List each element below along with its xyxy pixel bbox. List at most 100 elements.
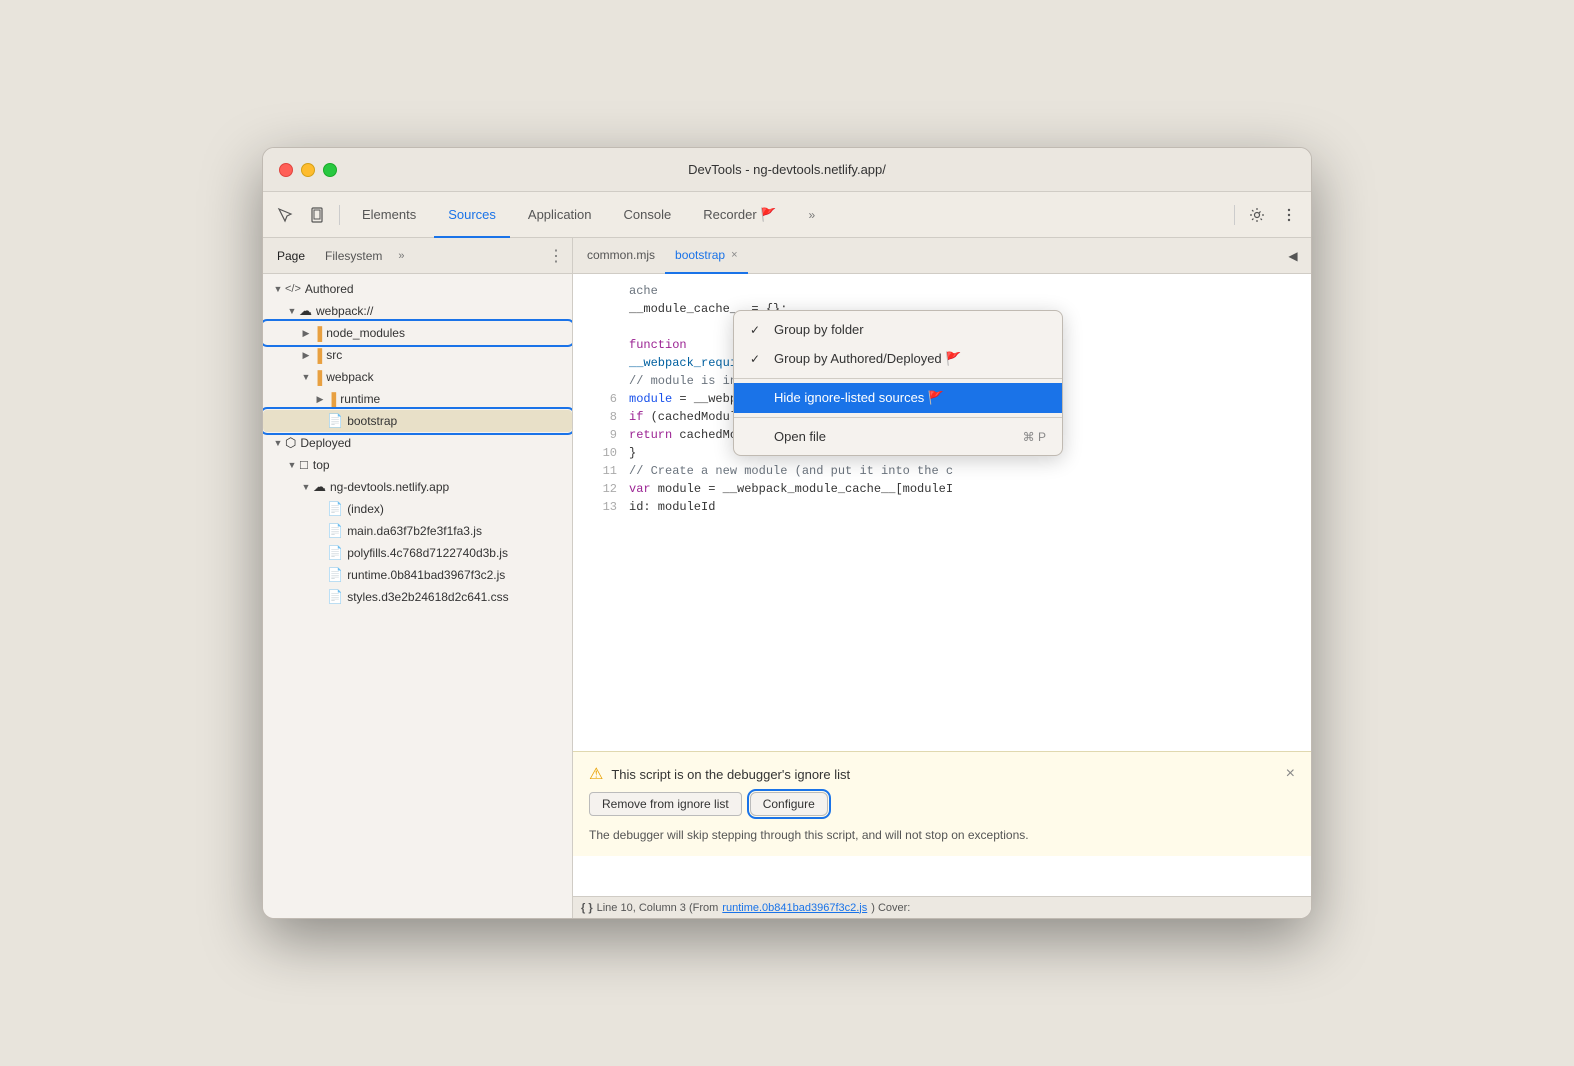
folder-icon-src: ▐ — [313, 348, 322, 363]
runtime-label: runtime — [340, 392, 380, 406]
cube-icon: ⬡ — [285, 435, 296, 451]
tree-arrow-netlify: ▼ — [299, 482, 313, 492]
tree-arrow-webpack-folder: ▼ — [299, 372, 313, 382]
tree-styles-css[interactable]: ▶ 📄 styles.d3e2b24618d2c641.css — [263, 586, 572, 608]
minimize-button[interactable] — [301, 163, 315, 177]
file-icon-styles-css: 📄 — [327, 589, 343, 605]
settings-button[interactable] — [1243, 201, 1271, 229]
tab-more[interactable]: » — [794, 192, 829, 238]
ignore-buttons: Remove from ignore list Configure — [589, 792, 1295, 816]
inspect-button[interactable] — [271, 201, 299, 229]
toolbar: Elements Sources Application Console Rec… — [263, 192, 1311, 238]
file-tab-bootstrap[interactable]: bootstrap × — [665, 238, 747, 274]
collapse-panel-button[interactable]: ◀ — [1279, 242, 1307, 270]
file-icon-polyfills: 📄 — [327, 545, 343, 561]
tree-arrow-deployed: ▼ — [271, 438, 285, 448]
curly-braces-icon: { } — [581, 902, 593, 914]
traffic-lights — [279, 163, 337, 177]
tab-application[interactable]: Application — [514, 192, 606, 238]
src-label: src — [326, 348, 342, 362]
menu-hide-ignore[interactable]: Hide ignore-listed sources 🚩 — [734, 383, 1062, 413]
device-button[interactable] — [303, 201, 331, 229]
tree-arrow-webpack: ▼ — [285, 306, 299, 316]
menu-group-authored[interactable]: ✓ Group by Authored/Deployed 🚩 — [734, 344, 1062, 374]
index-label: (index) — [347, 502, 384, 516]
tree-arrow-top: ▼ — [285, 460, 299, 470]
polyfills-label: polyfills.4c768d7122740d3b.js — [347, 546, 508, 560]
authored-label: Authored — [305, 282, 354, 296]
file-tabs-right: ◀ — [1279, 242, 1307, 270]
deployed-label: Deployed — [300, 436, 351, 450]
more-options-button[interactable] — [1275, 201, 1303, 229]
webpack-folder-label: webpack — [326, 370, 373, 384]
close-button[interactable] — [279, 163, 293, 177]
tab-elements[interactable]: Elements — [348, 192, 430, 238]
check-icon-group-authored: ✓ — [750, 352, 766, 366]
tree-main-js[interactable]: ▶ 📄 main.da63f7b2fe3f1fa3.js — [263, 520, 572, 542]
panel-tab-filesystem[interactable]: Filesystem — [315, 238, 392, 274]
code-line: 13 id: moduleId — [573, 498, 1311, 516]
configure-button[interactable]: Configure — [750, 792, 828, 816]
panel-tab-page[interactable]: Page — [267, 238, 315, 274]
file-tree: ▼ </> Authored ▼ ☁ webpack:// ▶ ▐ node_m… — [263, 274, 572, 918]
toolbar-right-sep — [1234, 205, 1235, 225]
devtools-window: DevTools - ng-devtools.netlify.app/ Elem… — [262, 147, 1312, 919]
tree-polyfills[interactable]: ▶ 📄 polyfills.4c768d7122740d3b.js — [263, 542, 572, 564]
status-bar: { } Line 10, Column 3 (From runtime.0b84… — [573, 896, 1311, 918]
ignore-close-button[interactable]: × — [1286, 765, 1295, 783]
status-text: Line 10, Column 3 (From — [597, 902, 719, 914]
toolbar-right — [1230, 201, 1303, 229]
menu-group-folder-label: Group by folder — [774, 322, 864, 337]
ignore-description: The debugger will skip stepping through … — [589, 826, 1295, 844]
common-tab-label: common.mjs — [587, 248, 655, 262]
file-tab-common[interactable]: common.mjs — [577, 238, 665, 274]
panel-options-button[interactable]: ⋮ — [544, 246, 568, 266]
tree-deployed[interactable]: ▼ ⬡ Deployed — [263, 432, 572, 454]
tree-runtime[interactable]: ▶ ▐ runtime — [263, 388, 572, 410]
tree-arrow-authored: ▼ — [271, 284, 285, 294]
tree-node-modules[interactable]: ▶ ▐ node_modules — [263, 322, 572, 344]
tree-bootstrap[interactable]: ▶ 📄 bootstrap — [263, 410, 572, 432]
window-title: DevTools - ng-devtools.netlify.app/ — [688, 162, 886, 177]
panel-tabs-more[interactable]: » — [392, 250, 410, 262]
fullscreen-button[interactable] — [323, 163, 337, 177]
file-tab-close-button[interactable]: × — [731, 249, 737, 261]
status-suffix: ) Cover: — [871, 902, 910, 914]
file-icon-runtime-js: 📄 — [327, 567, 343, 583]
tab-console[interactable]: Console — [610, 192, 686, 238]
square-icon: ☐ — [299, 459, 309, 472]
right-panel: common.mjs bootstrap × ◀ ache — [573, 238, 1311, 918]
tab-sources[interactable]: Sources — [434, 192, 510, 238]
tree-runtime-js[interactable]: ▶ 📄 runtime.0b841bad3967f3c2.js — [263, 564, 572, 586]
menu-group-folder[interactable]: ✓ Group by folder — [734, 315, 1062, 344]
code-line: 11 // Create a new module (and put it in… — [573, 462, 1311, 480]
menu-open-file[interactable]: ✓ Open file ⌘ P — [734, 422, 1062, 451]
menu-separator — [734, 378, 1062, 379]
cloud-icon: ☁ — [299, 303, 312, 319]
tree-authored[interactable]: ▼ </> Authored — [263, 278, 572, 300]
ignore-banner: ⚠ This script is on the debugger's ignor… — [573, 751, 1311, 856]
file-icon-bootstrap: 📄 — [327, 413, 343, 429]
runtime-link[interactable]: runtime.0b841bad3967f3c2.js — [722, 902, 867, 914]
code-line: ache — [573, 282, 1311, 300]
panel-tabs: Page Filesystem » ⋮ — [263, 238, 572, 274]
main-content: Page Filesystem » ⋮ ▼ </> Authored — [263, 238, 1311, 918]
webpack-label: webpack:// — [316, 304, 373, 318]
tree-webpack-folder[interactable]: ▼ ▐ webpack — [263, 366, 572, 388]
node-modules-label: node_modules — [326, 326, 405, 340]
context-menu: ✓ Group by folder ✓ Group by Authored/De… — [733, 310, 1063, 456]
netlify-label: ng-devtools.netlify.app — [330, 480, 449, 494]
menu-group-authored-label: Group by Authored/Deployed 🚩 — [774, 351, 961, 367]
tree-top[interactable]: ▼ ☐ top — [263, 454, 572, 476]
styles-css-label: styles.d3e2b24618d2c641.css — [347, 590, 508, 604]
tree-arrow-runtime: ▶ — [313, 394, 327, 405]
ignore-banner-header: ⚠ This script is on the debugger's ignor… — [589, 764, 1295, 784]
tree-netlify[interactable]: ▼ ☁ ng-devtools.netlify.app — [263, 476, 572, 498]
tab-recorder[interactable]: Recorder 🚩 — [689, 192, 790, 238]
ignore-banner-title: This script is on the debugger's ignore … — [611, 767, 1277, 782]
tree-src[interactable]: ▶ ▐ src — [263, 344, 572, 366]
tree-index[interactable]: ▶ 📄 (index) — [263, 498, 572, 520]
left-panel: Page Filesystem » ⋮ ▼ </> Authored — [263, 238, 573, 918]
tree-webpack[interactable]: ▼ ☁ webpack:// — [263, 300, 572, 322]
remove-ignore-button[interactable]: Remove from ignore list — [589, 792, 742, 816]
